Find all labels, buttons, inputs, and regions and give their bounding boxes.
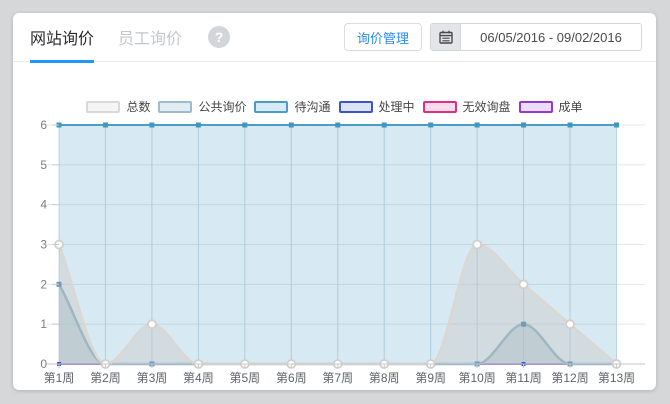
x-axis-label: 第12周	[551, 371, 588, 385]
x-axis-label: 第3周	[137, 371, 168, 385]
page-background: { "header": { "tabs": [ { "label": "网站询价…	[0, 0, 670, 404]
y-axis-label: 1	[40, 317, 47, 331]
x-axis-label: 第6周	[276, 371, 307, 385]
data-point	[521, 123, 526, 128]
x-axis-label: 第13周	[598, 371, 635, 385]
data-point	[566, 320, 574, 328]
y-axis-label: 3	[40, 238, 47, 252]
x-axis-label: 第7周	[322, 371, 353, 385]
data-point	[382, 123, 387, 128]
x-axis-label: 第11周	[505, 371, 541, 385]
data-point	[148, 320, 156, 328]
x-axis-label: 第1周	[44, 371, 75, 385]
data-point	[520, 280, 528, 288]
data-point	[149, 123, 154, 128]
data-point	[103, 123, 108, 128]
series-layer	[59, 125, 617, 364]
inquiry-panel: 网站询价 员工询价 ? 询价管理 06/05/2016 - 09/02/2016…	[13, 13, 656, 390]
x-axis-label: 第5周	[229, 371, 260, 385]
x-axis-label: 第4周	[183, 371, 214, 385]
x-axis-label: 第2周	[90, 371, 121, 385]
data-point	[196, 123, 201, 128]
y-axis-label: 2	[40, 277, 47, 291]
data-point	[475, 123, 480, 128]
y-axis-label: 0	[40, 357, 47, 371]
data-point	[242, 123, 247, 128]
inquiry-area-chart: 0123456第1周第2周第3周第4周第5周第6周第7周第8周第9周第10周第1…	[13, 13, 656, 390]
y-axis-label: 4	[40, 198, 47, 212]
y-axis-label: 6	[40, 118, 47, 132]
x-axis-label: 第8周	[369, 371, 400, 385]
data-point	[289, 123, 294, 128]
data-point	[335, 123, 340, 128]
data-point	[614, 123, 619, 128]
data-point	[428, 123, 433, 128]
x-axis-label: 第10周	[458, 371, 495, 385]
data-point	[521, 322, 526, 327]
data-point	[473, 241, 481, 249]
data-point	[568, 123, 573, 128]
x-axis-label: 第9周	[415, 371, 446, 385]
y-axis-label: 5	[40, 158, 47, 172]
